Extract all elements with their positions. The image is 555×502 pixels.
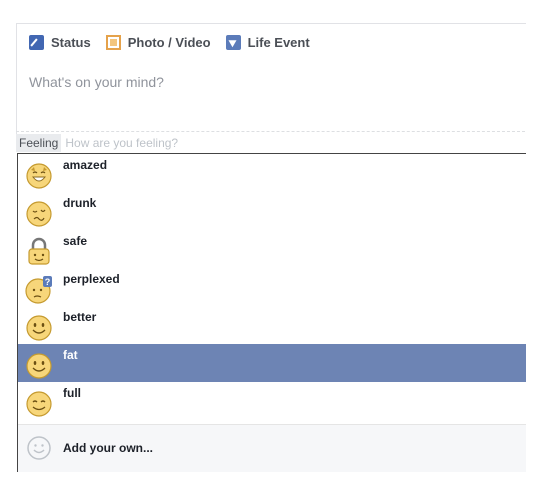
add-your-own-label: Add your own... (63, 441, 153, 455)
divider (16, 131, 525, 132)
list-item-label: fat (63, 348, 78, 362)
tab-photo-video[interactable]: Photo / Video (105, 34, 211, 50)
svg-text:?: ? (45, 277, 51, 287)
smile-emoji-icon (26, 315, 52, 341)
composer-tabs: Status Photo / Video Life Event (17, 24, 526, 60)
smile-emoji-icon (26, 353, 52, 379)
add-your-own-button[interactable]: Add your own... (18, 424, 526, 472)
list-item-drunk[interactable]: drunk (18, 192, 526, 230)
tab-life-event-label: Life Event (247, 34, 310, 50)
padlock-emoji-icon (28, 237, 50, 265)
photo-icon (105, 34, 121, 50)
feeling-row: Feeling How are you feeling? (16, 133, 525, 153)
tab-photo-video-label: Photo / Video (127, 34, 211, 50)
pencil-icon (29, 34, 44, 50)
list-item-better[interactable]: better (18, 306, 526, 344)
drunk-emoji-icon (26, 201, 52, 227)
status-input[interactable]: What's on your mind? (29, 74, 164, 90)
tab-life-event[interactable]: Life Event (225, 34, 310, 50)
tab-status-label: Status (51, 34, 91, 50)
list-item-label: perplexed (63, 272, 120, 286)
list-item-perplexed[interactable]: ? perplexed (18, 268, 526, 306)
feeling-tag[interactable]: Feeling (16, 134, 62, 152)
list-item-label: safe (63, 234, 88, 248)
list-item-label: amazed (63, 158, 108, 172)
composer: Status Photo / Video Life Event What's o… (16, 23, 526, 134)
feeling-dropdown: amazed drunk safe ? perplexed better fat… (17, 153, 526, 472)
list-item-label: drunk (63, 196, 97, 210)
flag-icon (225, 34, 241, 50)
perplexed-emoji-icon: ? (25, 276, 52, 304)
amazed-emoji-icon (26, 163, 52, 189)
list-item-safe[interactable]: safe (18, 230, 526, 268)
list-item-fat[interactable]: fat (18, 344, 526, 382)
list-item-label: better (63, 310, 97, 324)
content-emoji-icon (26, 391, 52, 417)
list-item-amazed[interactable]: amazed (18, 154, 526, 192)
tab-status[interactable]: Status (29, 34, 91, 50)
feeling-input[interactable]: How are you feeling? (65, 136, 178, 150)
list-item-full[interactable]: full (18, 382, 526, 420)
smiley-outline-icon (27, 436, 51, 460)
list-item-label: full (63, 386, 81, 400)
